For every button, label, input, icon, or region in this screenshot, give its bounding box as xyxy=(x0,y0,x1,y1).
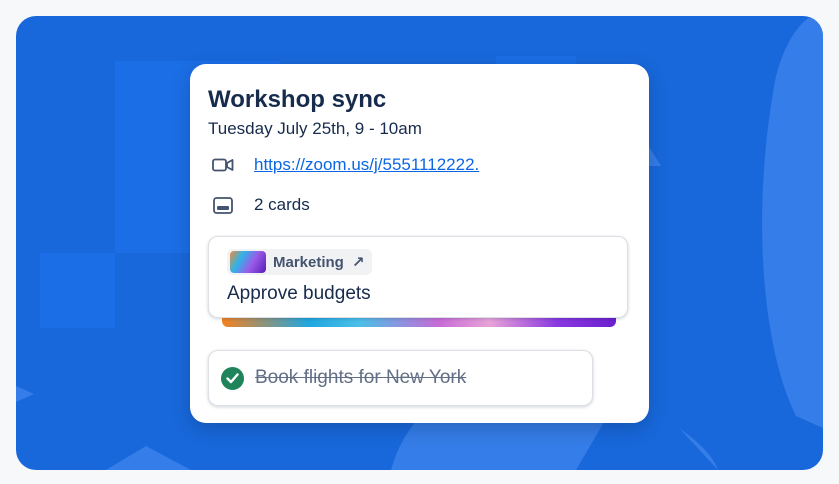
board-name: Marketing xyxy=(273,253,344,271)
event-title: Workshop sync xyxy=(208,86,387,113)
arrow-up-right-icon: ↗ xyxy=(351,254,365,271)
event-datetime: Tuesday July 25th, 9 - 10am xyxy=(208,119,422,138)
linked-card-stack: Marketing ↗ Approve budgets xyxy=(208,236,630,328)
linked-card-title: Approve budgets xyxy=(227,283,371,304)
event-popover: Workshop sync Tuesday July 25th, 9 - 10a… xyxy=(190,64,649,423)
check-circle-icon xyxy=(221,366,244,390)
cards-count: 2 cards xyxy=(254,195,310,214)
completed-card[interactable]: Book flights for New York xyxy=(208,350,593,406)
video-camera-icon xyxy=(212,154,234,176)
board-link-chip[interactable]: Marketing ↗ xyxy=(227,249,373,275)
linked-card[interactable]: Marketing ↗ Approve budgets xyxy=(208,236,628,318)
meeting-link[interactable]: https://zoom.us/j/5551112222. xyxy=(254,155,479,175)
completed-card-title: Book flights for New York xyxy=(255,367,467,388)
cards-count-row: 2 cards xyxy=(212,193,310,217)
meeting-link-row: https://zoom.us/j/5551112222. xyxy=(212,153,479,177)
card-icon xyxy=(212,194,234,216)
board-thumbnail xyxy=(230,251,266,273)
